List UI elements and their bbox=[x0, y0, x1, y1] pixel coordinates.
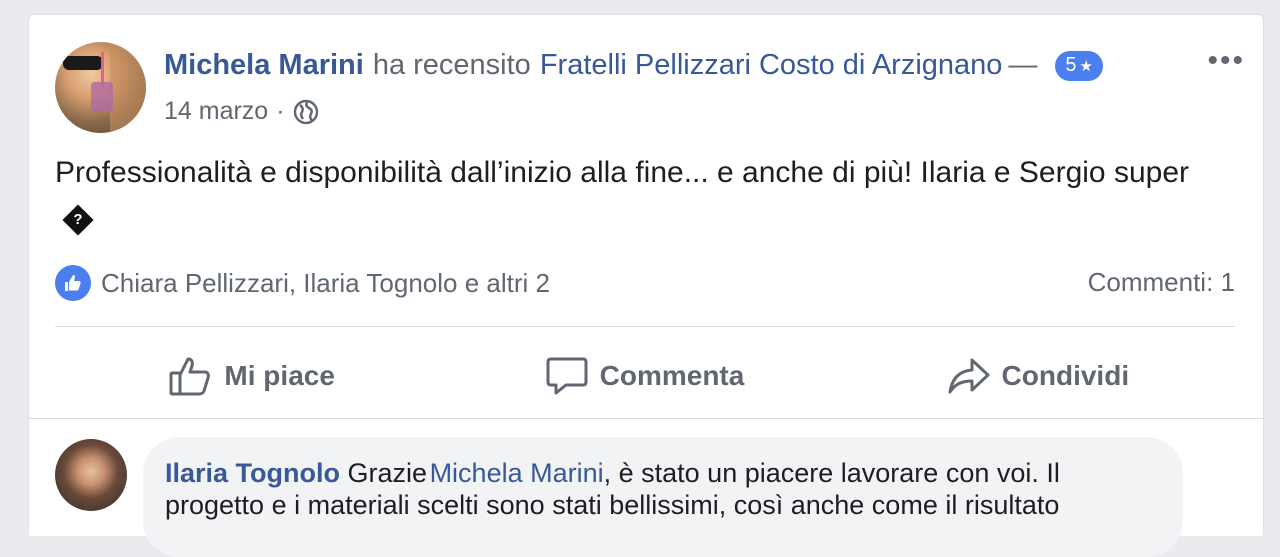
meta-separator: · bbox=[276, 97, 285, 125]
share-arrow-icon bbox=[948, 358, 990, 394]
post-header: Michela Marini ha recensito Fratelli Pel… bbox=[164, 49, 1103, 82]
action-bar: Mi piace Commenta Condividi bbox=[55, 345, 1235, 407]
comment-button[interactable]: Commenta bbox=[448, 345, 841, 407]
author-avatar[interactable] bbox=[55, 42, 146, 133]
comments-count-link[interactable]: Commenti: 1 bbox=[1088, 267, 1235, 298]
action-text: ha recensito bbox=[372, 49, 531, 81]
page-name-link[interactable]: Fratelli Pellizzari Costo di Arzignano bbox=[540, 49, 1003, 82]
comment-bubble: Ilaria Tognolo Grazie Michela Marini, è … bbox=[143, 437, 1183, 557]
comment-label: Commenta bbox=[599, 360, 745, 391]
comments-section: Ilaria Tognolo Grazie Michela Marini, è … bbox=[29, 418, 1263, 557]
unknown-emoji-icon: ? bbox=[62, 204, 94, 236]
commenter-name-link[interactable]: Ilaria Tognolo bbox=[165, 458, 340, 488]
post-meta: 14 marzo · bbox=[164, 97, 319, 126]
header-dash: — bbox=[1008, 49, 1038, 81]
public-globe-icon[interactable] bbox=[293, 99, 319, 125]
mention-link[interactable]: Michela Marini bbox=[430, 458, 604, 488]
rating-badge[interactable]: 5 ★ bbox=[1055, 50, 1103, 81]
review-post-card: Michela Marini ha recensito Fratelli Pel… bbox=[28, 14, 1264, 557]
reactions-names[interactable]: Chiara Pellizzari, Ilaria Tognolo e altr… bbox=[101, 268, 550, 299]
author-name-link[interactable]: Michela Marini bbox=[164, 49, 364, 82]
comment-lead: Grazie bbox=[347, 458, 428, 488]
comment-text-2: progetto e i materiali scelti sono stati… bbox=[165, 490, 1060, 520]
like-reaction-icon bbox=[55, 265, 91, 301]
post-text: Professionalità e disponibilità dall’ini… bbox=[55, 151, 1205, 239]
post-text-body: Professionalità e disponibilità dall’ini… bbox=[55, 156, 1189, 189]
commenter-avatar[interactable] bbox=[55, 439, 127, 511]
comment-text: Ilaria Tognolo Grazie Michela Marini, è … bbox=[165, 457, 1165, 521]
comment-text-1: , è stato un piacere lavorare con voi. I… bbox=[603, 458, 1060, 488]
like-button[interactable]: Mi piace bbox=[55, 345, 448, 407]
star-icon: ★ bbox=[1079, 57, 1093, 75]
share-button[interactable]: Condividi bbox=[842, 345, 1235, 407]
more-options-button[interactable]: ••• bbox=[1207, 46, 1245, 76]
comment-icon bbox=[546, 357, 588, 395]
like-label: Mi piace bbox=[224, 360, 335, 391]
post-date-link[interactable]: 14 marzo bbox=[164, 97, 268, 126]
reactions-summary[interactable]: Chiara Pellizzari, Ilaria Tognolo e altr… bbox=[55, 265, 550, 301]
thumbs-up-icon bbox=[169, 357, 211, 396]
rating-value: 5 bbox=[1065, 54, 1077, 76]
divider bbox=[55, 326, 1235, 327]
share-label: Condividi bbox=[1001, 360, 1130, 391]
